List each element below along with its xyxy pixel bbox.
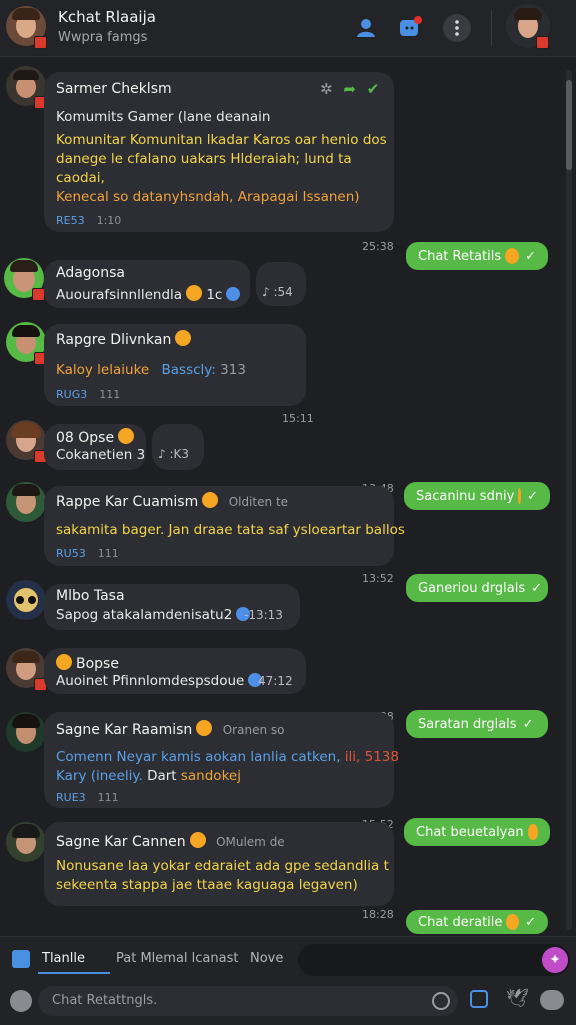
more-icon[interactable] (443, 14, 471, 42)
sender-avatar[interactable] (6, 482, 46, 522)
scrollbar[interactable] (566, 70, 572, 930)
message-text: Nonusane laa yokar edaraiet ada gpe seda… (56, 858, 389, 874)
message-text: Comenn Neyar kamis aokan lanlia catken, … (56, 749, 399, 765)
bird-icon[interactable]: 🕊 (506, 988, 529, 1009)
message-text: Komunitar Komunitan lkadar Karos oar hen… (56, 132, 387, 148)
sender-name: Sagne Kar Raamisn Oranen so (56, 720, 285, 738)
flag-badge (34, 36, 47, 49)
outgoing-bubble[interactable]: Chat beuetalyan (404, 818, 550, 846)
tab-item[interactable]: Pat Mlemal lcanast (116, 951, 238, 966)
outgoing-bubble[interactable]: Ganeriou drglals ✓ (406, 574, 548, 602)
sticker-icon[interactable] (470, 990, 488, 1008)
voice-bubble[interactable] (256, 262, 306, 306)
timestamp: 25:38 (362, 240, 394, 253)
message-text: Cokanetien 3 (56, 447, 146, 463)
sender-name: Rapgre Dlivnkan (56, 330, 192, 348)
chat-title: Kchat Rlaaija (58, 8, 156, 26)
message-text: Sapog atakalamdenisatu2 (56, 607, 251, 623)
message-meta: RE53 1:10 (56, 214, 122, 227)
message-text: Kaloy lelaiuke Basscly: 313 (56, 362, 246, 378)
tab-active[interactable]: Tlanlle (42, 951, 85, 966)
tab-indicator (38, 972, 110, 974)
search-field[interactable] (298, 944, 570, 976)
message-text: Auoinet Pfinnlomdespsdoue (56, 673, 263, 689)
voice-duration: ♪ :54 (262, 285, 293, 299)
timestamp: 13:52 (362, 572, 394, 585)
emoji-icon (186, 285, 203, 301)
voice-duration: ♪ :K3 (158, 447, 190, 461)
message-text: caodai, (56, 170, 105, 186)
sender-avatar[interactable] (6, 580, 46, 620)
sender-name: 08 Opse (56, 428, 135, 446)
message-time: -13:13 (244, 608, 283, 622)
message-text: sekeenta stappa jae ttaae kaguaga legave… (56, 877, 358, 893)
sender-name: Mlbo Tasa (56, 588, 125, 604)
flag-badge (536, 36, 549, 49)
user-icon[interactable] (352, 14, 380, 42)
tab-item[interactable]: Nove (250, 951, 283, 966)
camera-icon[interactable] (10, 990, 32, 1012)
sender-name: Adagonsa (56, 265, 125, 281)
clock-icon[interactable] (432, 992, 450, 1010)
sender-name: Sagne Kar Cannen OMulem de (56, 832, 285, 850)
notification-icon[interactable] (396, 14, 424, 42)
message-meta: RUE3 111 (56, 791, 119, 804)
sender-name: Rappe Kar Cuamism Olditen te (56, 492, 289, 510)
sparkle-icon[interactable]: ✦ (542, 947, 568, 973)
check-icon[interactable]: ✔ (367, 80, 380, 98)
sender-avatar[interactable] (6, 712, 46, 752)
verified-icon (226, 287, 241, 301)
chat-icon[interactable] (540, 990, 564, 1010)
message-text: Kenecal so datanyhsndah, Arapagai Issane… (56, 189, 360, 205)
timestamp: 18:28 (362, 908, 394, 921)
message-meta: RU53 111 (56, 547, 119, 560)
message-actions[interactable]: ✲ ➦ ✔ (320, 80, 379, 98)
chat-subtitle: Wwpra famgs (58, 30, 148, 45)
sender-name: Bopse (56, 654, 119, 672)
timestamp: 15:11 (282, 412, 314, 425)
message-text: sakamita bager. Jan draae tata saf ysloe… (56, 522, 405, 538)
outgoing-bubble[interactable]: Sacaninu sdniy ✓ (404, 482, 550, 510)
reply-icon[interactable]: ➦ (343, 80, 356, 98)
sender-name: Sarmer Cheklsm (56, 81, 172, 97)
message-meta: RUG3 111 (56, 388, 121, 401)
outgoing-bubble[interactable]: Saratan drglals ✓ (406, 710, 548, 738)
sender-avatar[interactable] (6, 822, 46, 862)
outgoing-bubble[interactable]: Chat deratile ✓ (406, 910, 548, 934)
divider (491, 10, 492, 46)
message-input-placeholder: Chat Retattngls. (52, 993, 158, 1008)
message-text: danege le cfalano uakars Hlderaiah; lund… (56, 151, 352, 167)
outgoing-bubble[interactable]: Chat Retatils ✓ (406, 242, 548, 270)
message-text: Komumits Gamer (lane deanain (56, 109, 271, 125)
settings-icon[interactable]: ✲ (320, 80, 333, 98)
message-text: Kary (ineeliy. Dart sandokej (56, 768, 241, 784)
message-text: Auourafsinnllendla 1c (56, 285, 241, 303)
tab-icon[interactable] (12, 950, 30, 968)
message-time: 47:12 (258, 674, 293, 688)
